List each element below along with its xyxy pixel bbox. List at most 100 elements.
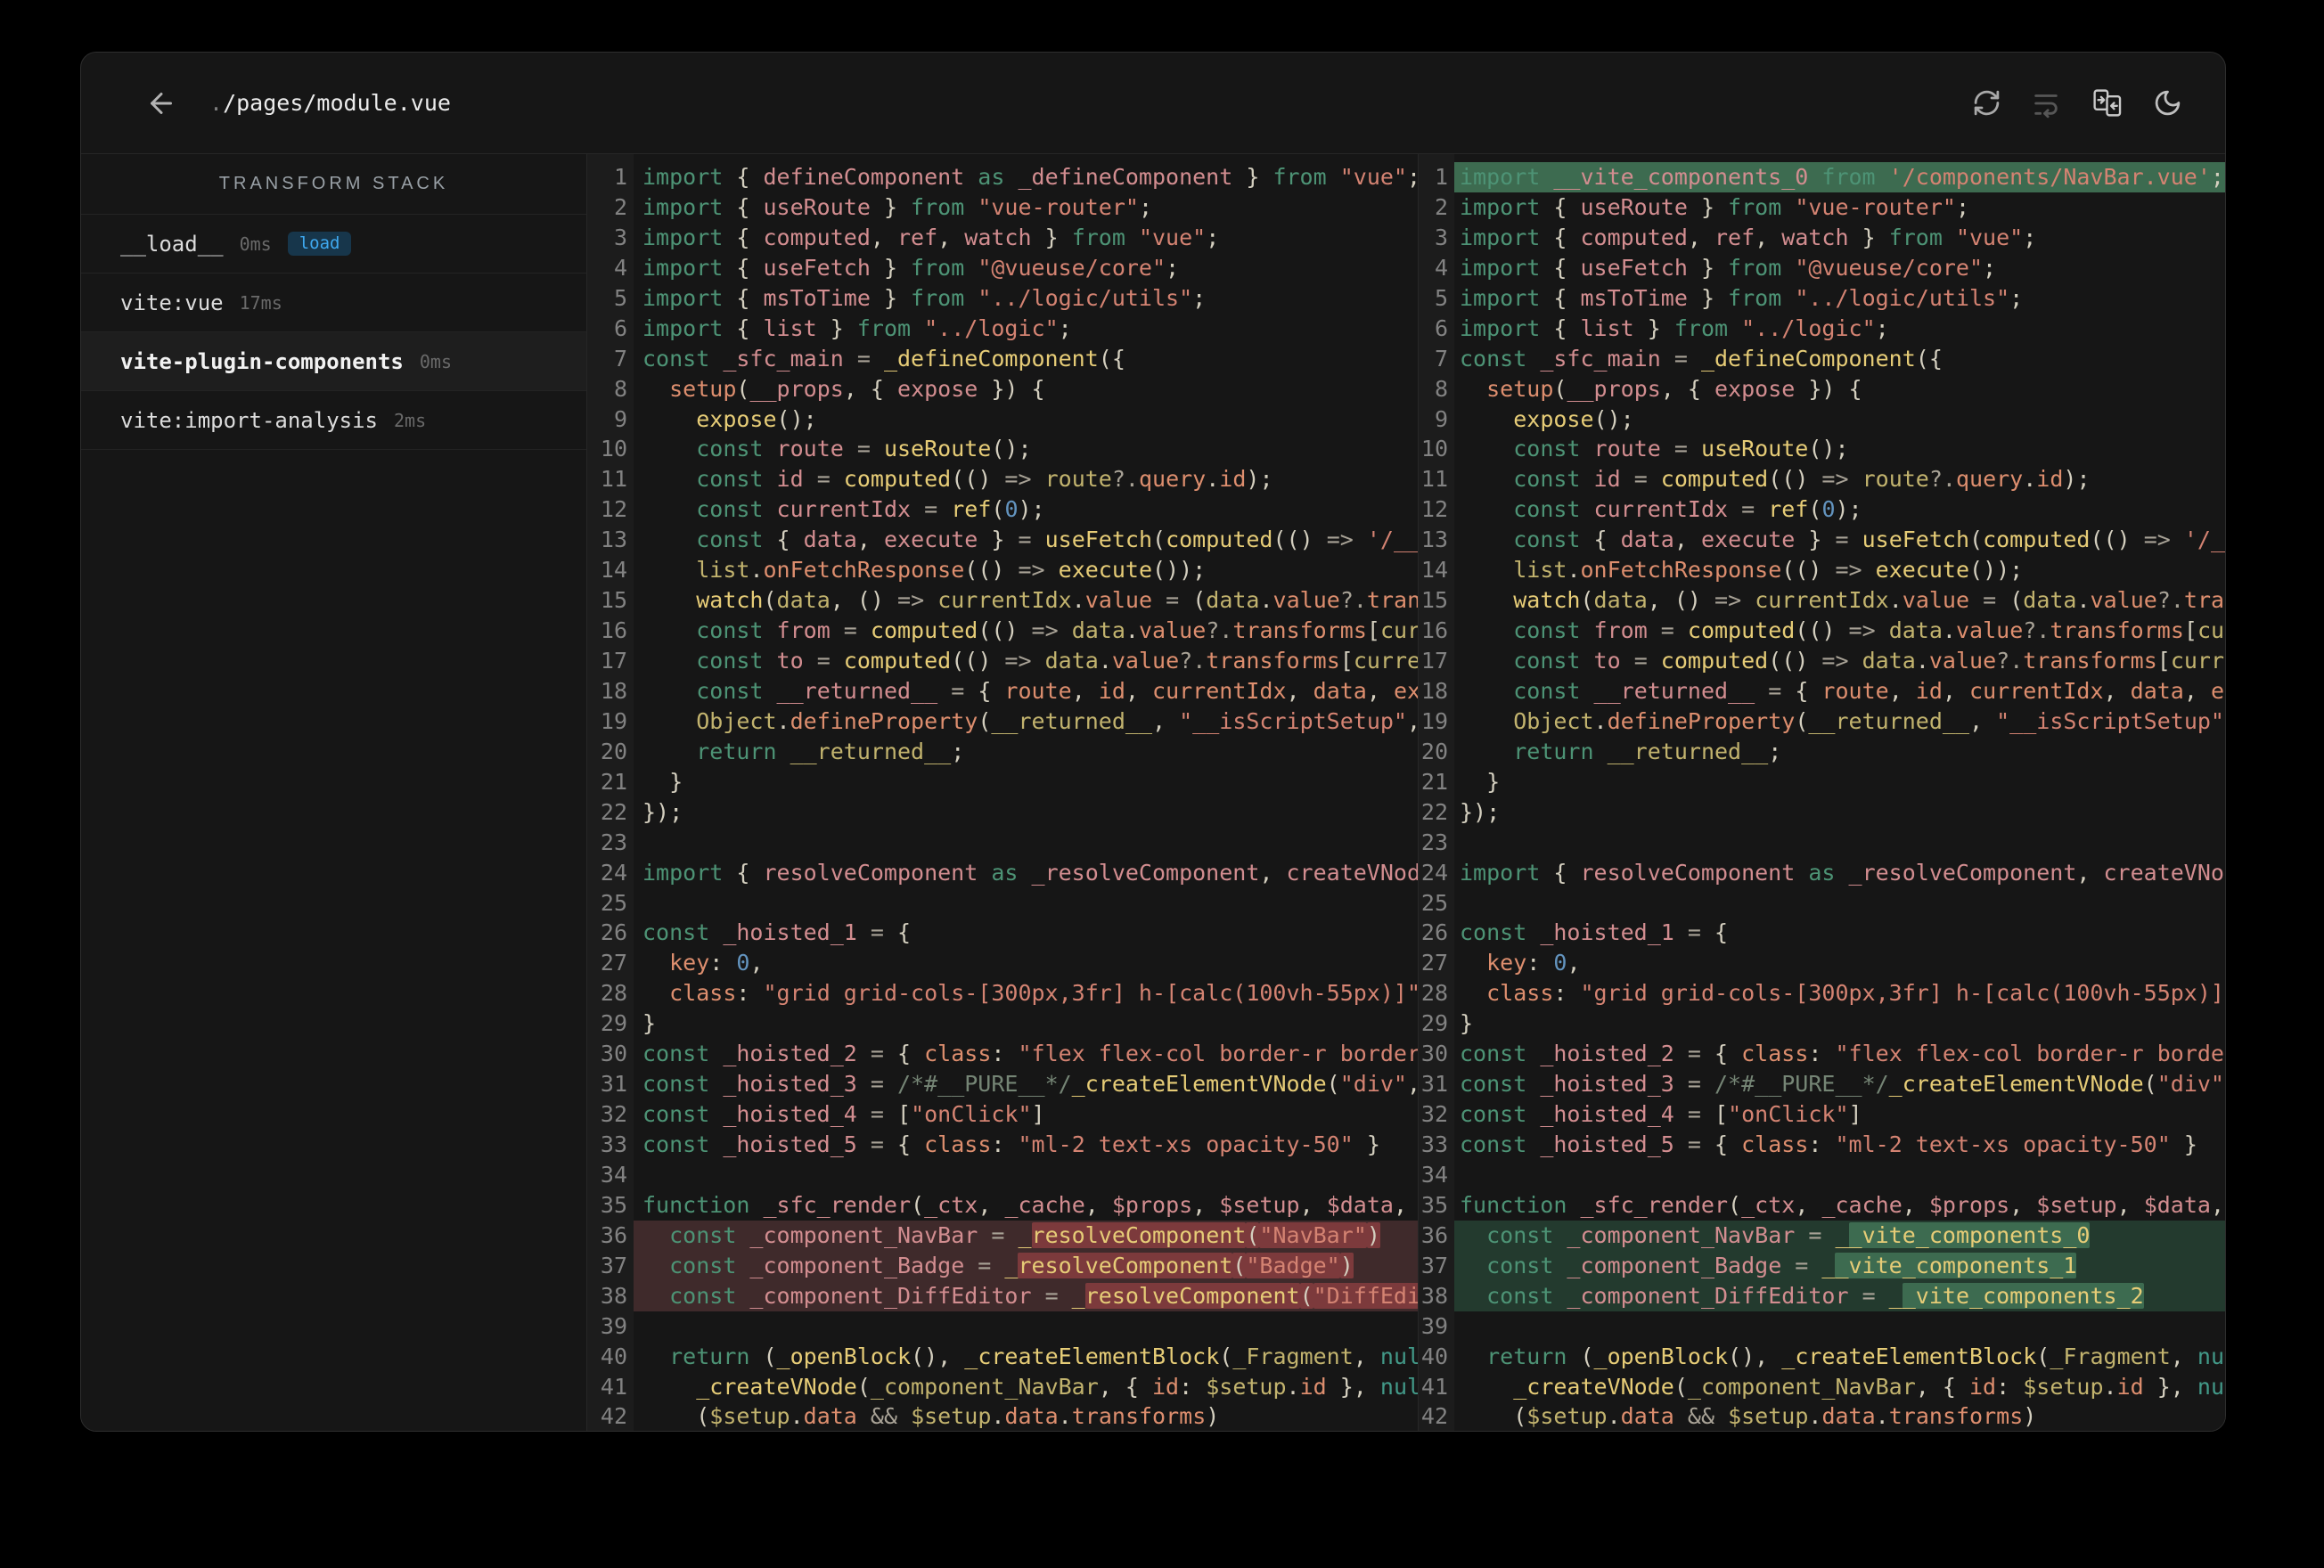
line-number: 37 [1420,1252,1448,1278]
line-number: 24 [1420,859,1448,886]
dark-mode-moon-icon [2155,90,2181,116]
diff-pane-after[interactable]: 1 import __vite_components_0 from '/compo… [1418,154,2225,1431]
diff-right-code: 1 import __vite_components_0 from '/compo… [1419,154,2225,1431]
code-line: 1 import { defineComponent as _defineComp… [587,162,1418,192]
diff-view-button[interactable] [2091,86,2124,119]
code-line: 21 } [1419,767,2225,797]
code-line: 12 const currentIdx = ref(0); [587,494,1418,525]
code-line: 11 const id = computed(() => route?.quer… [1419,464,2225,494]
code-line: 36 const _component_NavBar = _resolveCom… [587,1220,1418,1251]
code-line: 13 const { data, execute } = useFetch(co… [587,525,1418,555]
code-line: 30 const _hoisted_2 = { class: "flex flex… [1419,1039,2225,1069]
code-line: 4 import { useFetch } from "@vueuse/core"… [587,253,1418,283]
line-number: 23 [1420,829,1448,855]
line-number: 7 [1434,345,1448,372]
code-line: 3 import { computed, ref, watch } from "v… [1419,223,2225,253]
code-line: 20 return __returned__; [587,737,1418,767]
code-line: 39 [587,1311,1418,1342]
code-line: 31 const _hoisted_3 = /*#__PURE__*/_creat… [587,1069,1418,1099]
code-line: 36 const _component_NavBar = __vite_comp… [1419,1220,2225,1251]
line-number: 33 [600,1131,627,1157]
line-number: 39 [600,1312,627,1339]
word-wrap-button[interactable] [2031,88,2061,118]
line-number: 24 [600,859,627,886]
line-number: 28 [1420,980,1448,1007]
code-line: 12 const currentIdx = ref(0); [1419,494,2225,525]
back-button[interactable] [145,87,177,119]
code-line: 4 import { useFetch } from "@vueuse/core"… [1419,253,2225,283]
transform-stack-list: __load__ 0ms load vite:vue 17ms vite-plugin-c… [81,215,586,450]
transform-stack-item[interactable]: __load__ 0ms load [81,215,586,274]
line-number: 8 [613,375,627,402]
line-number: 8 [1434,375,1448,402]
code-line: 13 const { data, execute } = useFetch(co… [1419,525,2225,555]
diff-pane-before[interactable]: 1 import { defineComponent as _defineComp… [587,154,1418,1431]
code-line: 35 function _sfc_render(_ctx, _cache, $pr… [1419,1190,2225,1221]
line-number: 25 [1420,889,1448,916]
code-line: 40 return (_openBlock(), _createElementB… [1419,1342,2225,1372]
line-number: 12 [600,496,627,523]
line-number: 9 [613,405,627,432]
code-line: 27 key: 0, [587,948,1418,978]
code-line: 7 const _sfc_main = _defineComponent({ [587,344,1418,374]
line-number: 41 [1420,1373,1448,1400]
code-line: 9 expose(); [587,404,1418,435]
line-number: 10 [600,436,627,462]
plugin-duration: 2ms [393,409,427,431]
line-number: 19 [1420,707,1448,734]
code-line: 16 const from = computed(() => data.valu… [1419,616,2225,646]
code-line: 33 const _hoisted_5 = { class: "ml-2 text… [587,1130,1418,1160]
code-line: 38 const _component_DiffEditor = __vite_… [1419,1280,2225,1311]
code-line: 22}); [1419,797,2225,828]
line-number: 41 [600,1373,627,1400]
transform-stack-item[interactable]: vite:import-analysis 2ms [81,391,586,450]
line-number: 18 [1420,677,1448,704]
code-line: 27 key: 0, [1419,948,2225,978]
code-line: 6 import { list } from "../logic"; [587,314,1418,344]
line-number: 15 [1420,587,1448,614]
line-number: 19 [600,707,627,734]
code-line: 26 const _hoisted_1 = { [1419,918,2225,948]
title-prefix: . [209,90,224,116]
line-number: 21 [600,768,627,795]
line-number: 1 [1434,164,1448,190]
line-number: 14 [600,557,627,584]
line-number: 7 [613,345,627,372]
transform-stack-item[interactable]: vite-plugin-components 0ms [81,332,586,391]
code-line: 7 const _sfc_main = _defineComponent({ [1419,344,2225,374]
line-number: 42 [1420,1403,1448,1430]
refresh-button[interactable] [1972,88,2001,118]
line-number: 4 [613,254,627,281]
code-line: 16 const from = computed(() => data.valu… [587,616,1418,646]
line-number: 18 [600,677,627,704]
code-line: 5 import { msToTime } from "../logic/util… [587,283,1418,314]
line-number: 3 [1434,224,1448,250]
topbar: ./pages/module.vue [81,53,2225,154]
code-line: 33 const _hoisted_5 = { class: "ml-2 text… [1419,1130,2225,1160]
theme-toggle-button[interactable] [2153,88,2182,118]
line-number: 15 [600,587,627,614]
code-line: 34 [1419,1160,2225,1190]
line-number: 22 [1420,798,1448,825]
code-line: 18 const __returned__ = { route, id, cur… [587,676,1418,706]
code-line: 32 const _hoisted_4 = ["onClick"] [587,1099,1418,1130]
line-number: 34 [1420,1161,1448,1188]
code-line: 42 ($setup.data && $setup.data.transform… [1419,1401,2225,1431]
transform-stack-header: TRANSFORM STACK [81,154,586,215]
line-number: 11 [1420,466,1448,493]
code-line: 35 function _sfc_render(_ctx, _cache, $pr… [587,1190,1418,1221]
line-number: 30 [1420,1041,1448,1067]
code-line: 28 class: "grid grid-cols-[300px,3fr] h-… [1419,978,2225,1009]
line-number: 40 [600,1343,627,1369]
word-wrap-icon [2034,94,2058,118]
toolbar-icons [1972,86,2182,119]
code-line: 23 [587,828,1418,858]
code-line: 40 return (_openBlock(), _createElementB… [587,1342,1418,1372]
line-number: 31 [600,1071,627,1098]
transform-stack-item[interactable]: vite:vue 17ms [81,274,586,332]
line-number: 37 [600,1252,627,1278]
plugin-duration: 17ms [239,291,282,314]
code-line: 25 [1419,888,2225,919]
code-line: 2 import { useRoute } from "vue-router"; [1419,192,2225,223]
load-badge: load [287,232,352,256]
